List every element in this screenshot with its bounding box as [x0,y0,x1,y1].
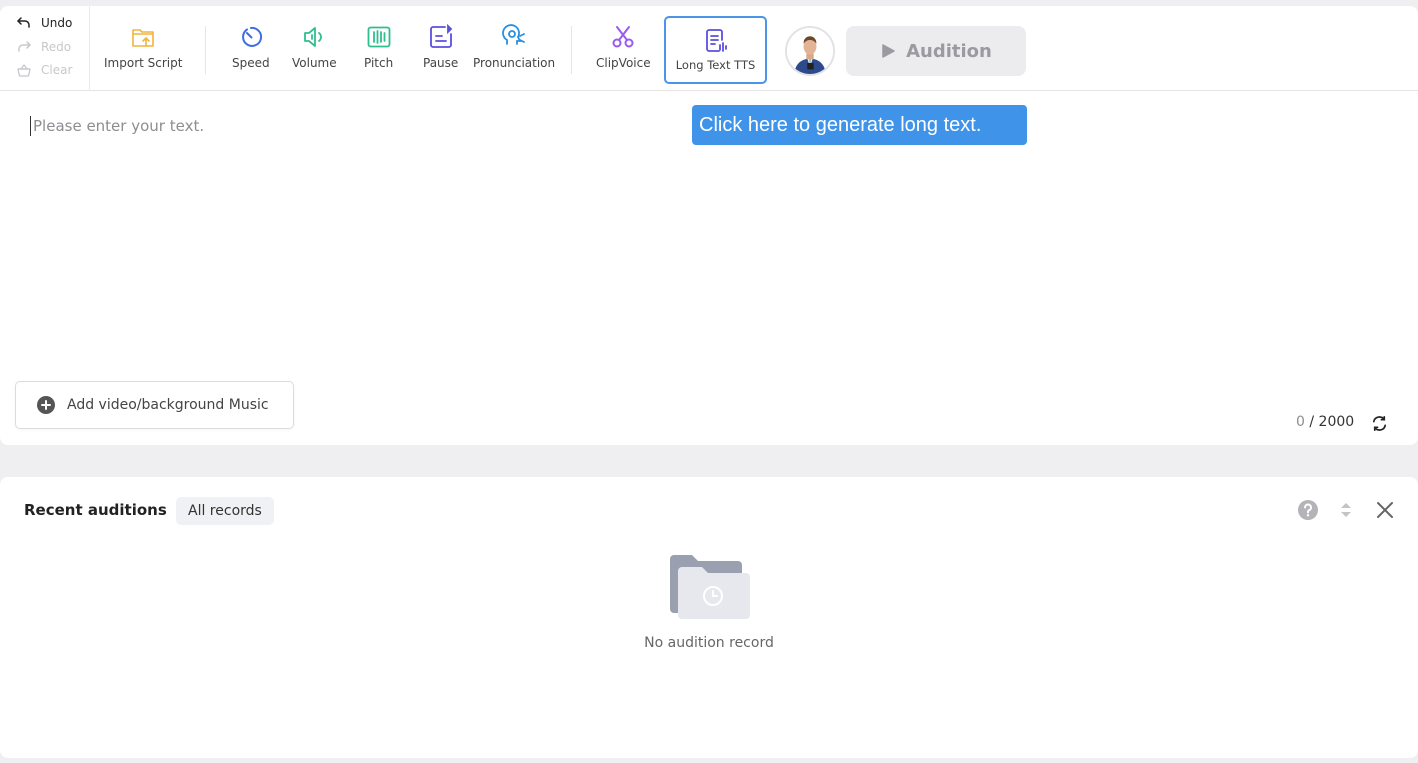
pitch-equalizer-icon [367,26,391,48]
help-icon[interactable] [1297,499,1319,521]
volume-label: Volume [292,56,337,70]
clipvoice-button[interactable]: ClipVoice [596,24,651,70]
char-count: 0 [1296,414,1305,430]
empty-state-text: No audition record [644,635,774,651]
char-limit: / 2000 [1309,414,1355,430]
editor-panel: Undo Redo Clear Import Script Speed Volu… [0,6,1418,445]
redo-icon [18,41,31,52]
redo-button[interactable]: Redo [16,39,71,55]
sort-toggle-icon[interactable] [1335,499,1357,521]
divider [571,26,572,74]
scissors-icon [612,26,634,48]
voice-avatar[interactable] [785,26,835,76]
audition-label: Audition [906,40,992,62]
tooltip-text: Click here to generate long text. [699,113,982,136]
all-records-label: All records [188,503,262,519]
long-text-tts-button[interactable]: Long Text TTS [664,16,767,84]
clear-button[interactable]: Clear [16,62,72,78]
speed-button[interactable]: Speed [232,24,270,70]
divider [205,26,206,74]
toolbar: Undo Redo Clear Import Script Speed Volu… [0,6,1418,91]
pause-button[interactable]: Pause [423,24,458,70]
long-text-tooltip[interactable]: Click here to generate long text. [692,105,1027,145]
speaker-portrait-icon [787,28,833,74]
plus-circle-icon [37,396,55,414]
pause-insert-icon [429,24,452,48]
refresh-icon[interactable] [1370,414,1389,433]
all-records-button[interactable]: All records [176,497,274,525]
pitch-label: Pitch [364,56,394,70]
import-script-button[interactable]: Import Script [104,24,182,70]
speed-dial-icon [241,26,262,47]
speaker-icon [304,27,323,47]
long-text-tts-label: Long Text TTS [675,58,756,72]
close-icon[interactable] [1374,499,1396,521]
pronunciation-button[interactable]: Pronunciation [473,24,555,70]
clipvoice-label: ClipVoice [596,56,651,70]
add-music-button[interactable]: Add video/background Music [15,381,294,429]
undo-icon [17,17,30,28]
pronunciation-label: Pronunciation [473,56,556,70]
history-group: Undo Redo Clear [0,6,90,91]
empty-folder-icon [670,555,750,619]
undo-label: Undo [41,16,73,30]
add-music-label: Add video/background Music [67,397,269,413]
volume-button[interactable]: Volume [292,24,337,70]
audition-button[interactable]: Audition [846,26,1026,76]
import-script-label: Import Script [104,56,183,70]
folder-upload-icon [132,29,155,47]
pitch-button[interactable]: Pitch [364,24,393,70]
recent-auditions-panel: Recent auditions All records No audition… [0,477,1418,758]
pause-label: Pause [423,56,459,70]
text-input[interactable]: Please enter your text. [30,116,204,136]
long-text-doc-icon [705,29,727,52]
undo-button[interactable]: Undo [16,15,72,31]
text-placeholder: Please enter your text. [33,117,205,135]
clear-label: Clear [41,63,73,77]
speed-label: Speed [232,56,270,70]
char-counter: 0 / 2000 [1296,414,1354,430]
play-icon [882,44,895,58]
recent-auditions-title: Recent auditions [24,501,167,519]
basket-icon [17,64,31,77]
pronunciation-head-icon [502,24,525,45]
redo-label: Redo [41,40,72,54]
